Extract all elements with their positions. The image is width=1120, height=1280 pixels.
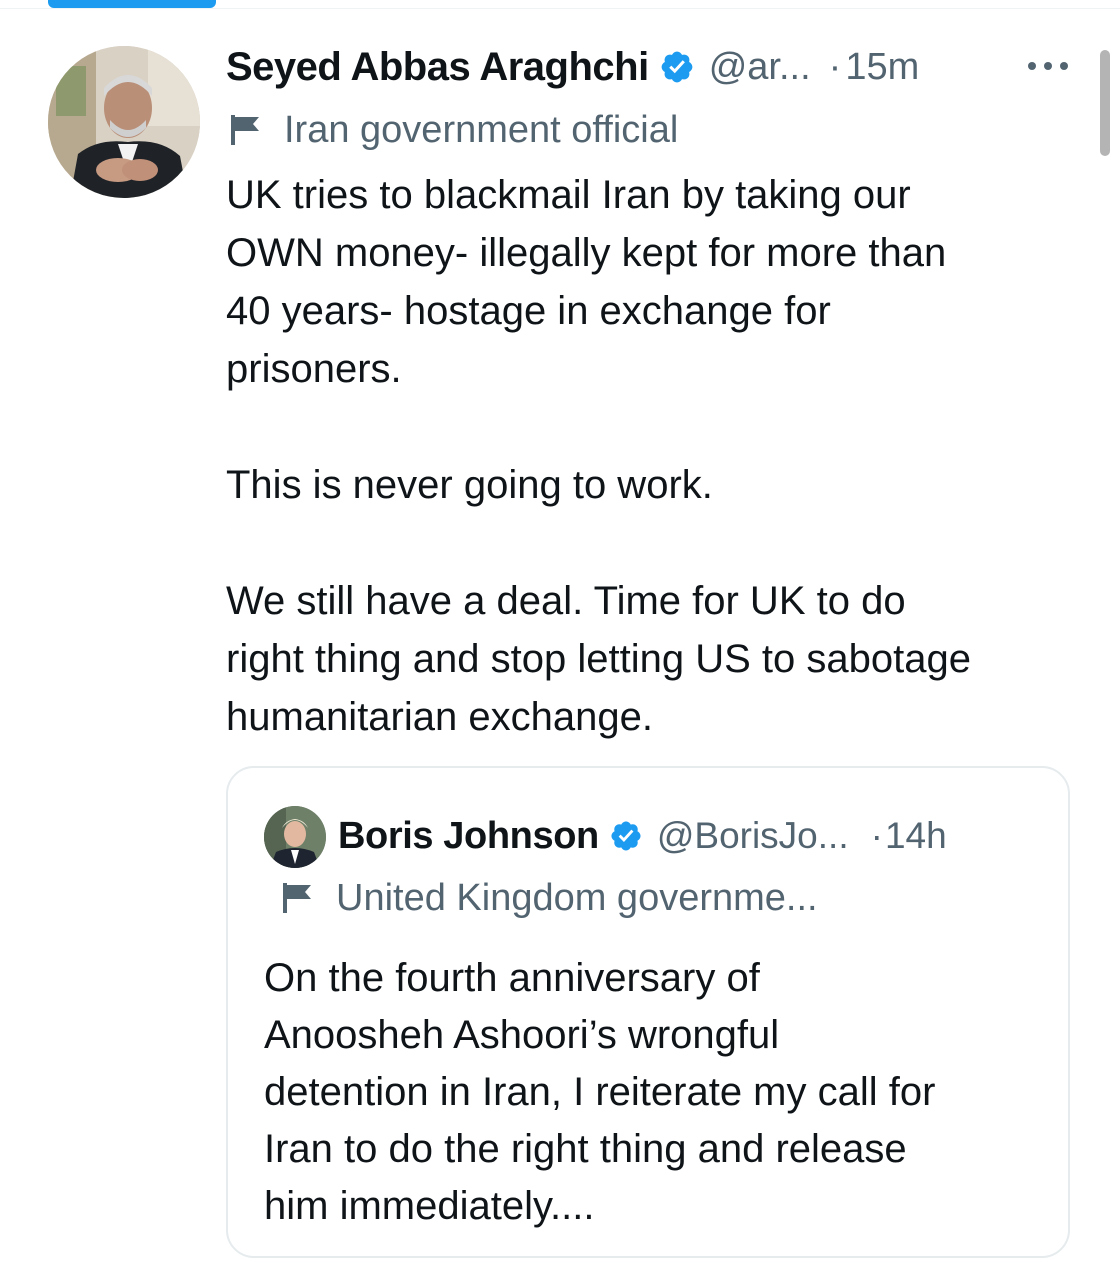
separator: · [828, 45, 842, 88]
government-label[interactable]: Iran government official [228, 104, 678, 156]
flag-icon [280, 881, 314, 915]
more-options-icon[interactable] [1026, 56, 1070, 76]
avatar[interactable] [48, 46, 200, 198]
quoted-tweet-card[interactable]: Boris Johnson @BorisJo... · 14h United K… [226, 766, 1070, 1258]
tweet-text: UK tries to blackmail Iran by taking our… [226, 166, 1086, 746]
tweet-line: Iran to do the right thing and release [264, 1127, 907, 1171]
quoted-tweet-text: On the fourth anniversary of Anoosheh As… [264, 950, 1054, 1235]
display-name[interactable]: Boris Johnson [338, 815, 599, 858]
tweet-line: This is never going to work. [226, 463, 713, 507]
tweet-line: We still have a deal. Time for UK to do [226, 579, 906, 623]
tweet-line: Anoosheh Ashoori’s wrongful [264, 1013, 780, 1057]
tweet-line: On the fourth anniversary of [264, 956, 760, 1000]
user-handle[interactable]: @ar... [709, 46, 811, 89]
tweet-header: Seyed Abbas Araghchi @ar... · 15m [226, 40, 919, 94]
scrollbar[interactable] [1100, 50, 1110, 156]
tweet-line: humanitarian exchange. [226, 695, 653, 739]
label-text: United Kingdom governme... [336, 876, 818, 919]
user-handle[interactable]: @BorisJo... [657, 815, 849, 857]
tweet-detail-view: Seyed Abbas Araghchi @ar... · 15m Iran g… [0, 0, 1120, 1280]
label-text: Iran government official [284, 108, 679, 151]
display-name[interactable]: Seyed Abbas Araghchi [226, 45, 649, 90]
tweet-line: OWN money- illegally kept for more than [226, 231, 947, 275]
avatar[interactable] [264, 806, 326, 868]
divider [0, 8, 1120, 9]
quoted-tweet-header: Boris Johnson @BorisJo... · 14h [338, 806, 947, 866]
tweet-line: right thing and stop letting US to sabot… [226, 637, 971, 681]
active-tab-indicator [48, 0, 216, 8]
verified-badge-icon [609, 819, 643, 853]
verified-badge-icon [659, 49, 695, 85]
tweet-line: him immediately.... [264, 1184, 595, 1228]
separator: · [870, 815, 883, 856]
tweet-line: 40 years- hostage in exchange for [226, 289, 831, 333]
timestamp[interactable]: 15m [845, 46, 919, 89]
tweet-line: detention in Iran, I reiterate my call f… [264, 1070, 936, 1114]
government-label[interactable]: United Kingdom governme... [280, 870, 818, 926]
avatar-image [48, 46, 200, 198]
avatar-image [264, 806, 326, 868]
tweet-line: prisoners. [226, 347, 402, 391]
tweet-line: UK tries to blackmail Iran by taking our [226, 173, 911, 217]
timestamp[interactable]: 14h [885, 815, 947, 857]
flag-icon [228, 113, 262, 147]
